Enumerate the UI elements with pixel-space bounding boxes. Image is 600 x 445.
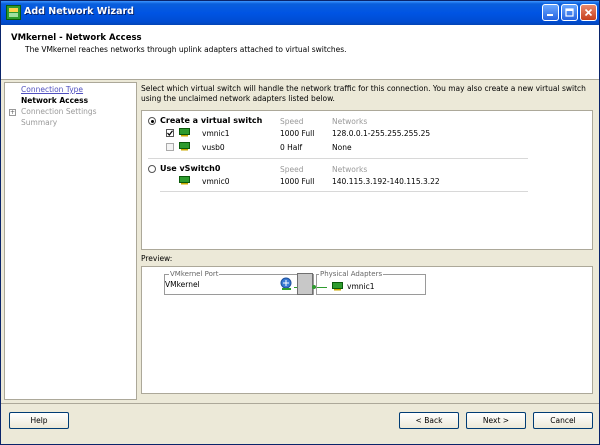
speed-column-header: Speed — [280, 165, 304, 174]
expand-icon[interactable]: + — [9, 109, 16, 116]
use-vswitch0-radio[interactable] — [148, 165, 156, 173]
group-divider — [160, 191, 528, 192]
vmkernel-port-icon — [280, 277, 292, 290]
vmkernel-port-name: VMkernel — [165, 280, 200, 289]
cancel-button[interactable]: Cancel — [533, 412, 593, 429]
nav-item-network-access: Network Access — [21, 96, 89, 105]
network-adapter-icon — [179, 176, 190, 185]
adapter-networks: 140.115.3.192-140.115.3.22 — [332, 177, 440, 186]
nav-item-connection-type[interactable]: Connection Type — [21, 85, 83, 94]
physical-adapters-legend: Physical Adapters — [319, 270, 384, 278]
nav-item-connection-settings: Connection Settings — [21, 107, 97, 116]
next-button[interactable]: Next > — [466, 412, 526, 429]
back-button[interactable]: < Back — [399, 412, 459, 429]
vmnic1-checkbox[interactable] — [166, 129, 174, 137]
add-network-wizard-window: Add Network Wizard VMkernel - Network Ac… — [0, 0, 600, 445]
minimize-icon — [547, 14, 553, 16]
wizard-header: VMkernel - Network Access The VMkernel r… — [1, 25, 599, 80]
minimize-button[interactable] — [542, 4, 559, 21]
title-bar[interactable]: Add Network Wizard — [1, 1, 599, 25]
instructions-text: Select which virtual switch will handle … — [141, 84, 586, 103]
adapter-speed: 1000 Full — [280, 177, 315, 186]
use-vswitch0-label[interactable]: Use vSwitch0 — [160, 164, 220, 173]
page-subtitle: The VMkernel reaches networks through up… — [25, 45, 347, 54]
speed-column-header: Speed — [280, 117, 304, 126]
create-switch-label[interactable]: Create a virtual switch — [160, 116, 262, 125]
footer-divider — [1, 403, 599, 404]
maximize-button[interactable] — [561, 4, 578, 21]
network-adapter-icon — [179, 128, 190, 137]
wizard-content: Select which virtual switch will handle … — [138, 82, 598, 400]
preview-panel: VMkernel Port VMkernel Physical Adapters… — [141, 266, 593, 394]
adapter-networks: None — [332, 143, 352, 152]
adapter-name: vmnic0 — [202, 177, 230, 186]
wizard-steps-nav: Connection Type Network Access + Connect… — [4, 82, 137, 400]
adapter-name: vusb0 — [202, 143, 225, 152]
virtual-switch-icon — [297, 273, 313, 295]
create-switch-radio[interactable] — [148, 117, 156, 125]
network-adapter-icon — [332, 282, 343, 291]
nav-item-summary: Summary — [21, 118, 58, 127]
virtual-switch-panel: Create a virtual switch Speed Networks v… — [141, 110, 593, 250]
page-title: VMkernel - Network Access — [11, 33, 142, 43]
networks-column-header: Networks — [332, 165, 368, 174]
preview-label: Preview: — [141, 254, 173, 263]
checkmark-icon — [167, 130, 173, 136]
group-divider — [148, 158, 528, 159]
networks-column-header: Networks — [332, 117, 368, 126]
port-group-legend: VMkernel Port — [169, 270, 220, 278]
physical-adapters-group: Physical Adapters vmnic1 — [316, 270, 426, 295]
maximize-icon — [565, 8, 574, 17]
network-wizard-icon — [6, 5, 21, 20]
adapter-speed: 0 Half — [280, 143, 303, 152]
network-adapter-icon — [179, 142, 190, 151]
close-icon — [584, 8, 593, 17]
vusb0-checkbox[interactable] — [166, 143, 174, 151]
window-title: Add Network Wizard — [24, 6, 134, 17]
physical-adapter-name: vmnic1 — [347, 282, 375, 291]
adapter-networks: 128.0.0.1-255.255.255.25 — [332, 129, 431, 138]
help-button[interactable]: Help — [9, 412, 69, 429]
close-button[interactable] — [580, 4, 597, 21]
adapter-speed: 1000 Full — [280, 129, 315, 138]
adapter-name: vmnic1 — [202, 129, 230, 138]
